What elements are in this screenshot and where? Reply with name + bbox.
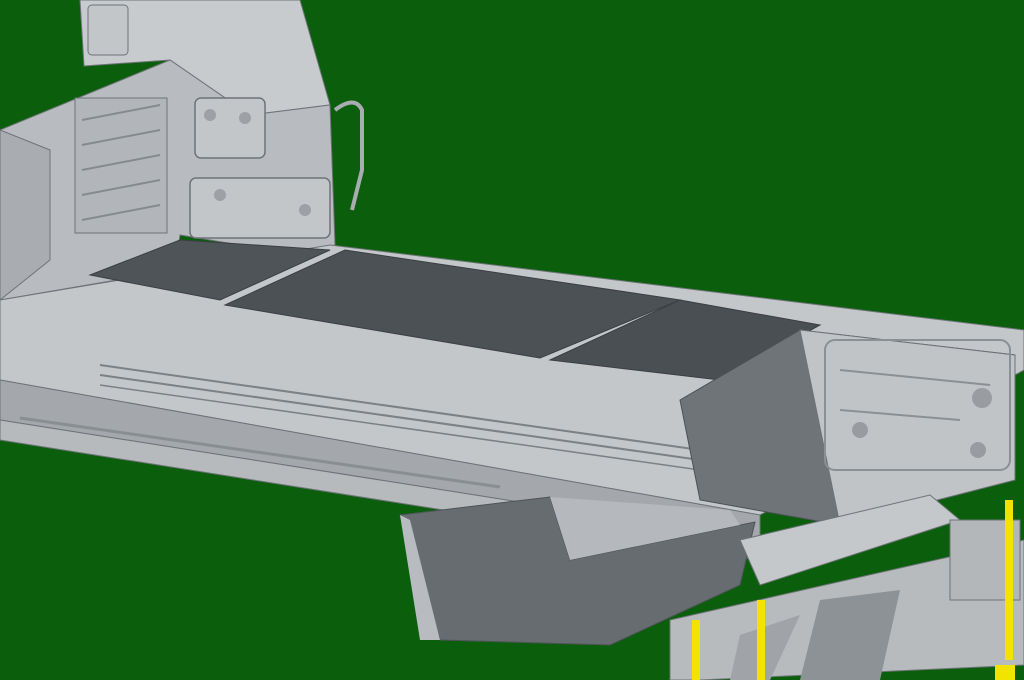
cad-scene	[0, 0, 1024, 680]
cad-viewport[interactable]	[0, 0, 1024, 680]
